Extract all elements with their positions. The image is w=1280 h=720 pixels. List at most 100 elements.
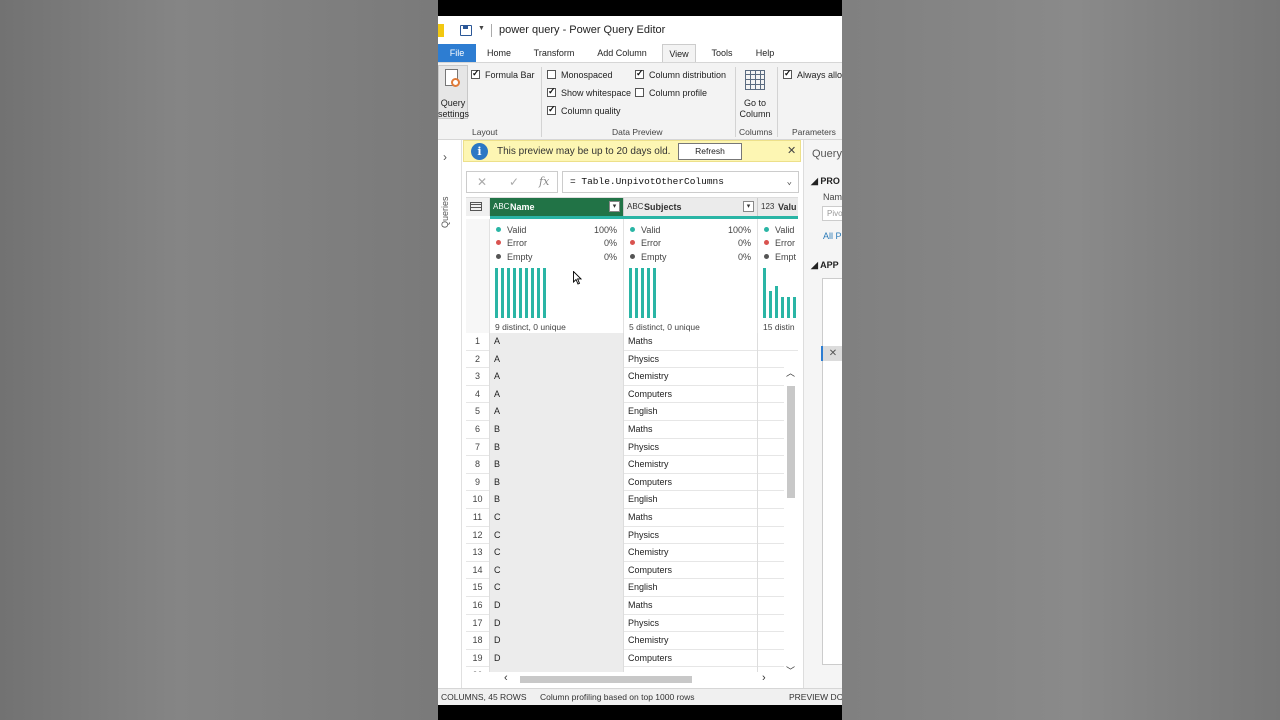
text-type-icon[interactable]: ABC [493, 198, 509, 216]
scroll-left-icon[interactable]: ‹ [504, 672, 508, 684]
applied-steps-section[interactable]: ◢ APP [811, 260, 839, 271]
go-to-column-icon[interactable] [745, 70, 765, 90]
cell-name[interactable]: C [490, 544, 624, 562]
chevron-right-icon[interactable]: › [443, 150, 447, 164]
table-row[interactable]: 1 A Maths [466, 333, 798, 351]
table-row[interactable]: 4 A Computers [466, 385, 798, 404]
show-whitespace-checkbox[interactable] [547, 86, 556, 97]
cell-subjects[interactable]: Maths [624, 509, 758, 527]
table-row[interactable]: 15 C English [466, 579, 798, 597]
tab-add-column[interactable]: Add Column [593, 44, 651, 62]
text-type-icon[interactable]: ABC [627, 198, 643, 216]
cell-subjects[interactable]: Chemistry [624, 456, 758, 474]
table-row[interactable]: 3 A Chemistry [466, 368, 798, 386]
scrollbar-thumb[interactable] [520, 676, 692, 683]
cell-subjects[interactable]: Computers [624, 385, 758, 404]
refresh-button[interactable]: Refresh [678, 143, 742, 160]
cancel-icon[interactable]: ✕ [477, 175, 487, 189]
cell-name[interactable]: B [490, 473, 624, 492]
cell-name[interactable]: B [490, 421, 624, 439]
cell-subjects[interactable]: Physics [624, 614, 758, 633]
table-row[interactable]: 12 C Physics [466, 526, 798, 545]
quick-access-dropdown-icon[interactable]: ▼ [478, 25, 485, 32]
scrollbar-thumb[interactable] [787, 386, 795, 498]
cell-subjects[interactable]: Computers [624, 649, 758, 668]
chevron-down-icon[interactable]: ⌄ [787, 172, 792, 192]
cell-name[interactable]: A [490, 385, 624, 404]
table-row[interactable]: 7 B Physics [466, 438, 798, 457]
table-menu-button[interactable] [466, 198, 490, 216]
column-header-subjects[interactable]: ABC Subjects ▾ [624, 198, 758, 216]
cell-name[interactable]: A [490, 403, 624, 421]
number-type-icon[interactable]: 123 [761, 198, 774, 216]
cell-name[interactable]: C [490, 526, 624, 545]
cell-name[interactable]: A [490, 368, 624, 386]
cell-name[interactable]: D [490, 632, 624, 650]
cell-name[interactable]: C [490, 579, 624, 597]
cell-name[interactable]: A [490, 350, 624, 369]
column-distribution-checkbox[interactable] [635, 68, 644, 79]
column-profile-checkbox[interactable] [635, 88, 644, 97]
table-row[interactable]: 6 B Maths [466, 421, 798, 439]
table-row[interactable]: 9 B Computers [466, 473, 798, 492]
table-row[interactable]: 10 B English [466, 491, 798, 509]
tab-view[interactable]: View [662, 44, 696, 62]
cell-name[interactable]: B [490, 456, 624, 474]
column-header-name[interactable]: ABC Name ▾ [490, 198, 624, 216]
table-row[interactable]: 13 C Chemistry [466, 544, 798, 562]
cell-subjects[interactable]: Computers [624, 473, 758, 492]
scroll-right-icon[interactable]: › [762, 672, 766, 684]
monospaced-checkbox[interactable] [547, 70, 556, 79]
table-row[interactable]: 14 C Computers [466, 561, 798, 580]
cell-name[interactable]: D [490, 649, 624, 668]
cell-subjects[interactable]: Maths [624, 421, 758, 439]
table-row[interactable]: 11 C Maths [466, 509, 798, 527]
tab-tools[interactable]: Tools [706, 44, 738, 62]
cell-subjects[interactable]: English [624, 403, 758, 421]
horizontal-scrollbar[interactable]: ‹ › [466, 672, 798, 686]
properties-section[interactable]: ◢ PRO [811, 176, 840, 187]
check-icon[interactable]: ✓ [509, 175, 519, 189]
close-icon[interactable]: ✕ [787, 144, 796, 157]
cell-name[interactable]: C [490, 561, 624, 580]
table-row[interactable]: 2 A Physics [466, 350, 798, 369]
cell-subjects[interactable]: Physics [624, 350, 758, 369]
vertical-scrollbar[interactable]: ︿ ﹀ [784, 366, 798, 676]
all-properties-link[interactable]: All P [823, 231, 842, 241]
cell-name[interactable]: D [490, 597, 624, 615]
cell-name[interactable]: C [490, 509, 624, 527]
table-row[interactable]: 18 D Chemistry [466, 632, 798, 650]
cell-subjects[interactable]: English [624, 491, 758, 509]
cell-subjects[interactable]: Physics [624, 438, 758, 457]
cell-subjects[interactable]: Computers [624, 561, 758, 580]
query-name-input[interactable]: Pivo [822, 206, 842, 221]
filter-dropdown-icon[interactable]: ▾ [609, 201, 620, 212]
queries-pane-label[interactable]: Queries [440, 188, 450, 228]
delete-step-icon[interactable]: ✕ [821, 346, 842, 361]
save-icon[interactable] [460, 25, 472, 36]
cell-subjects[interactable]: Maths [624, 597, 758, 615]
cell-subjects[interactable]: Chemistry [624, 632, 758, 650]
cell-subjects[interactable]: Maths [624, 333, 758, 351]
cell-subjects[interactable]: English [624, 579, 758, 597]
table-row[interactable]: 8 B Chemistry [466, 456, 798, 474]
fx-icon[interactable]: fx [539, 175, 549, 188]
filter-dropdown-icon[interactable]: ▾ [743, 201, 754, 212]
tab-file[interactable]: File [438, 44, 476, 62]
tab-transform[interactable]: Transform [529, 44, 579, 62]
cell-name[interactable]: B [490, 491, 624, 509]
formula-bar-checkbox[interactable] [471, 68, 480, 79]
formula-input[interactable]: = Table.UnpivotOtherColumns ⌄ [562, 171, 799, 193]
cell-subjects[interactable]: Chemistry [624, 544, 758, 562]
cell-name[interactable]: B [490, 438, 624, 457]
column-quality-checkbox[interactable] [547, 104, 556, 115]
table-row[interactable]: 5 A English [466, 403, 798, 421]
cell-name[interactable]: A [490, 333, 624, 351]
column-header-value[interactable]: 123 Valu [758, 198, 798, 216]
cell-subjects[interactable]: Physics [624, 526, 758, 545]
scroll-up-icon[interactable]: ︿ [786, 366, 795, 379]
table-row[interactable]: 19 D Computers [466, 649, 798, 668]
cell-name[interactable]: D [490, 614, 624, 633]
table-row[interactable]: 17 D Physics [466, 614, 798, 633]
tab-help[interactable]: Help [750, 44, 780, 62]
